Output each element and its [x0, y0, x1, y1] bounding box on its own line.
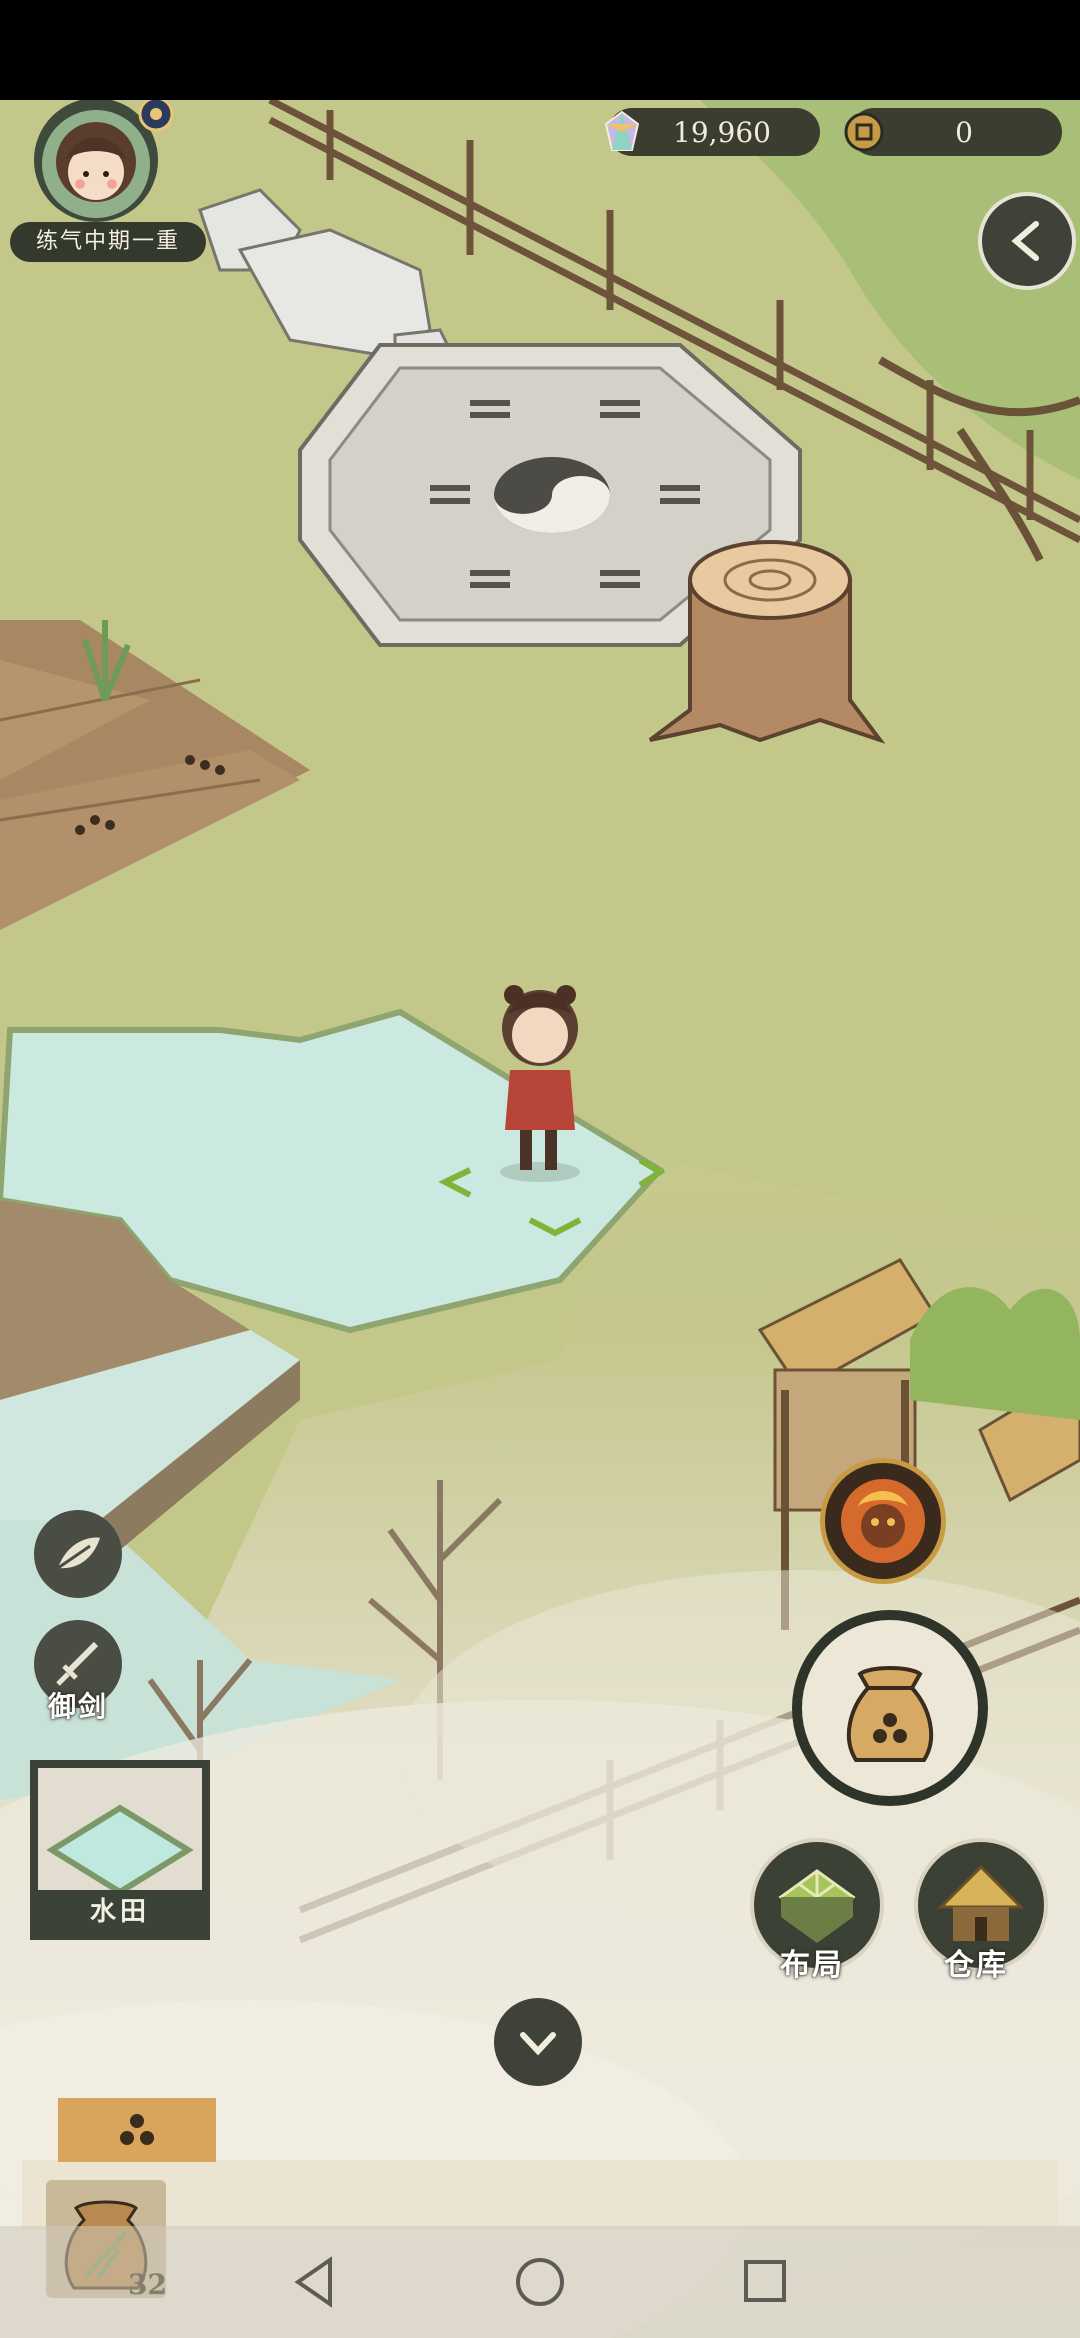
- game-scene[interactable]: 御剑 水田 布局 仓库: [0, 100, 1080, 2338]
- back-arrow-icon: [1011, 221, 1039, 261]
- storage-label: 仓库: [944, 1948, 1008, 1983]
- crystal-icon: [600, 110, 644, 154]
- bottom-tray: [22, 2160, 1058, 2230]
- layout-label: 布局: [780, 1948, 844, 1983]
- sword-label: 御剑: [48, 1690, 109, 1723]
- nav-home-icon[interactable]: [512, 2254, 568, 2310]
- collapse-chevron-icon: [520, 2032, 556, 2056]
- system-nav-bar: [0, 2226, 1080, 2338]
- nav-recents-icon[interactable]: [740, 2256, 790, 2306]
- seed-tab-icon: [120, 2114, 154, 2145]
- warrior-skill-button[interactable]: [820, 1458, 946, 1584]
- layout-icon: [778, 1869, 856, 1943]
- selected-tile-card[interactable]: 水田: [30, 1760, 210, 1940]
- warrior-icon: [841, 1479, 925, 1563]
- leaf-icon: [57, 1537, 100, 1570]
- realm-label: 练气中期一重: [10, 222, 206, 262]
- seed-bag-button[interactable]: [792, 1610, 988, 1806]
- leaf-button[interactable]: [34, 1510, 122, 1598]
- seed-tab[interactable]: [58, 2098, 216, 2162]
- coin-counter[interactable]: 0: [844, 108, 1062, 156]
- player-avatar[interactable]: [16, 96, 176, 230]
- nav-back-icon[interactable]: [290, 2254, 340, 2310]
- spirit-stone-counter[interactable]: 19,960: [604, 108, 820, 156]
- back-button[interactable]: [978, 192, 1076, 290]
- coin-value: 0: [955, 115, 973, 149]
- spirit-stone-value: 19,960: [673, 115, 771, 149]
- collapse-button[interactable]: [494, 1998, 582, 2086]
- selected-tile-label: 水田: [89, 1897, 150, 1927]
- sword-icon: [56, 1641, 99, 1686]
- coin-icon: [842, 110, 886, 154]
- status-bar: [0, 0, 1080, 100]
- seed-bag-icon: [846, 1666, 934, 1762]
- storage-hut-icon: [937, 1864, 1025, 1941]
- avatar-portrait: [34, 96, 174, 222]
